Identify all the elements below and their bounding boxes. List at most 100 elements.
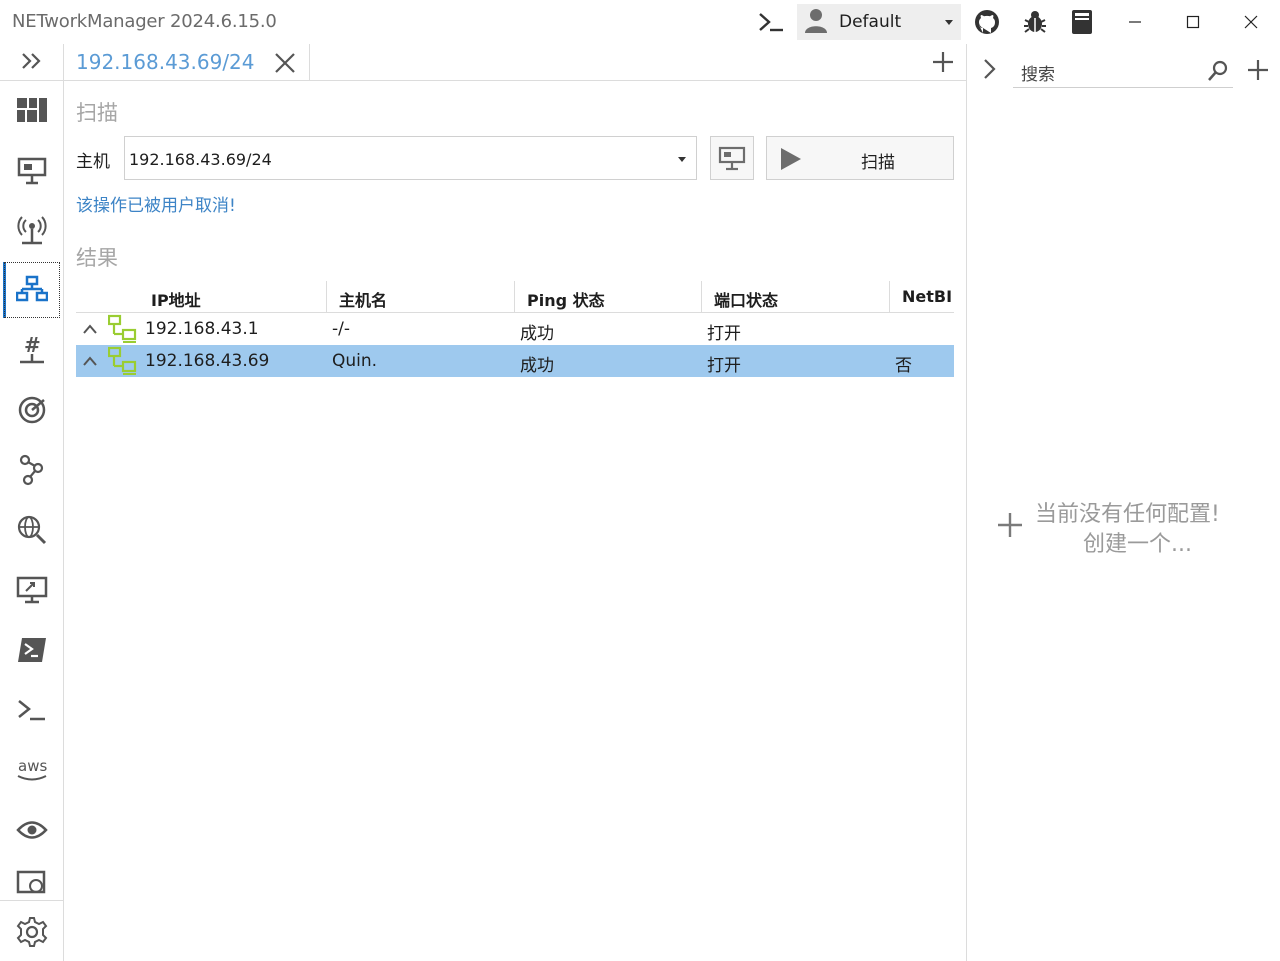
svg-text:#: # [24,334,41,357]
host-value: 192.168.43.69/24 [129,150,272,169]
cell-hostname: Quin. [332,351,378,371]
scan-button-label: 扫描 [861,153,895,173]
play-icon [781,148,801,170]
tab-label: 192.168.43.69/24 [76,50,255,74]
table-row[interactable]: 192.168.43.1 -/- 成功 打开 [76,313,954,345]
cell-ports: 打开 [707,356,741,376]
column-header-hostname[interactable]: 主机名 [326,281,514,313]
search-placeholder: 搜索 [1021,65,1055,85]
maximize-button[interactable] [1173,6,1213,38]
eye-icon [16,821,48,839]
chevron-down-icon [945,20,953,25]
column-header-ping[interactable]: Ping 状态 [514,281,701,313]
ip-scanner-icon [16,275,48,302]
nav-dns-lookup[interactable] [4,502,60,558]
scan-section-title: 扫描 [76,101,118,125]
add-tab-button[interactable] [930,49,956,75]
ping-monitor-icon [18,396,46,424]
chevron-up-icon[interactable] [82,321,98,337]
nav-ping-monitor[interactable] [4,382,60,438]
aws-icon: aws [17,757,47,781]
network-interface-icon [17,157,47,185]
traceroute-icon [19,454,44,486]
column-header-ip[interactable]: IP地址 [138,281,326,313]
profile-search-input[interactable]: 搜索 [1013,54,1233,88]
add-profile-button[interactable] [1245,57,1271,83]
close-icon [275,53,295,73]
scan-button[interactable]: 扫描 [766,136,954,180]
expand-menu-button[interactable] [4,44,60,78]
profile-label: Default [839,12,902,32]
cell-netbios: 否 [895,356,912,376]
nav-network-interface[interactable] [4,142,60,198]
nav-ip-scanner[interactable] [4,262,60,318]
title-bar: NETworkManager 2024.6.15.0 Default [0,0,1280,44]
nav-remote-desktop[interactable] [4,562,60,618]
app-window: NETworkManager 2024.6.15.0 Default # aws… [0,0,1280,961]
plus-icon [933,52,953,72]
terminal-icon [18,700,45,721]
close-tab-button[interactable] [272,50,298,76]
app-title: NETworkManager 2024.6.15.0 [12,11,277,32]
nav-traceroute[interactable] [4,442,60,498]
settings-icon [16,917,48,947]
cell-ping: 成功 [520,324,554,344]
local-network-button[interactable] [710,136,754,180]
web-console-icon [16,870,46,894]
documentation-icon[interactable] [1066,6,1098,38]
cell-ip: 192.168.43.1 [145,319,259,339]
collapse-panel-button[interactable] [977,56,1003,82]
host-icon [108,314,137,343]
bug-icon[interactable] [1019,6,1051,38]
profile-selector[interactable]: Default [797,4,961,40]
powershell-icon [18,638,46,662]
cell-ping: 成功 [520,356,554,376]
remote-desktop-icon [16,576,48,604]
empty-profiles-message: 当前没有任何配置! [1035,502,1220,527]
plus-icon [1248,60,1268,80]
table-row-selected[interactable]: 192.168.43.69 Quin. 成功 打开 否 [76,345,954,377]
chevron-right-icon [984,59,996,79]
port-scanner-icon: # [20,334,44,364]
nav-port-scanner[interactable]: # [4,322,60,378]
wifi-icon [17,216,47,245]
ip-scanner-view: 扫描 主机 192.168.43.69/24 扫描 该操作已被用户取消! 结果 … [64,81,966,961]
network-interface-icon [718,146,746,171]
user-icon [803,7,829,37]
create-profile-label: 创建一个... [1083,532,1192,557]
plus-icon [998,513,1022,537]
column-header-ports[interactable]: 端口状态 [701,281,889,313]
column-header-netbios[interactable]: NetBI [889,281,954,313]
host-input[interactable]: 192.168.43.69/24 [124,136,697,180]
chevron-down-icon[interactable] [678,157,686,162]
nav-terminal[interactable] [4,682,60,738]
github-icon[interactable] [971,6,1003,38]
terminal-icon[interactable] [755,6,787,38]
tab-strip: 192.168.43.69/24 [64,44,966,81]
nav-wifi[interactable] [4,202,60,258]
results-section-title: 结果 [76,246,118,270]
create-profile-link[interactable]: 当前没有任何配置! 创建一个... [995,496,1255,558]
nav-dashboard[interactable] [4,82,60,138]
status-message: 该操作已被用户取消! [76,196,236,216]
nav-tightvnc[interactable] [4,802,60,858]
host-label: 主机 [76,152,110,172]
table-header: IP地址 主机名 Ping 状态 端口状态 NetBI [76,281,954,313]
tab-scan-session[interactable]: 192.168.43.69/24 [64,44,310,81]
nav-powershell[interactable] [4,622,60,678]
expand-icon [22,53,41,69]
dns-lookup-icon [17,515,47,545]
chevron-up-icon[interactable] [82,353,98,369]
nav-settings[interactable] [4,904,60,960]
minimize-button[interactable] [1115,6,1155,38]
cell-ip: 192.168.43.69 [145,351,270,371]
host-icon [108,346,137,375]
nav-web-console[interactable] [4,862,60,900]
results-table: IP地址 主机名 Ping 状态 端口状态 NetBI 192.168.43.1… [76,281,954,377]
dashboard-icon [17,98,47,122]
cell-hostname: -/- [332,319,350,339]
search-icon[interactable] [1207,60,1229,82]
nav-aws[interactable]: aws [4,742,60,798]
close-window-button[interactable] [1231,6,1271,38]
svg-text:aws: aws [18,757,47,775]
